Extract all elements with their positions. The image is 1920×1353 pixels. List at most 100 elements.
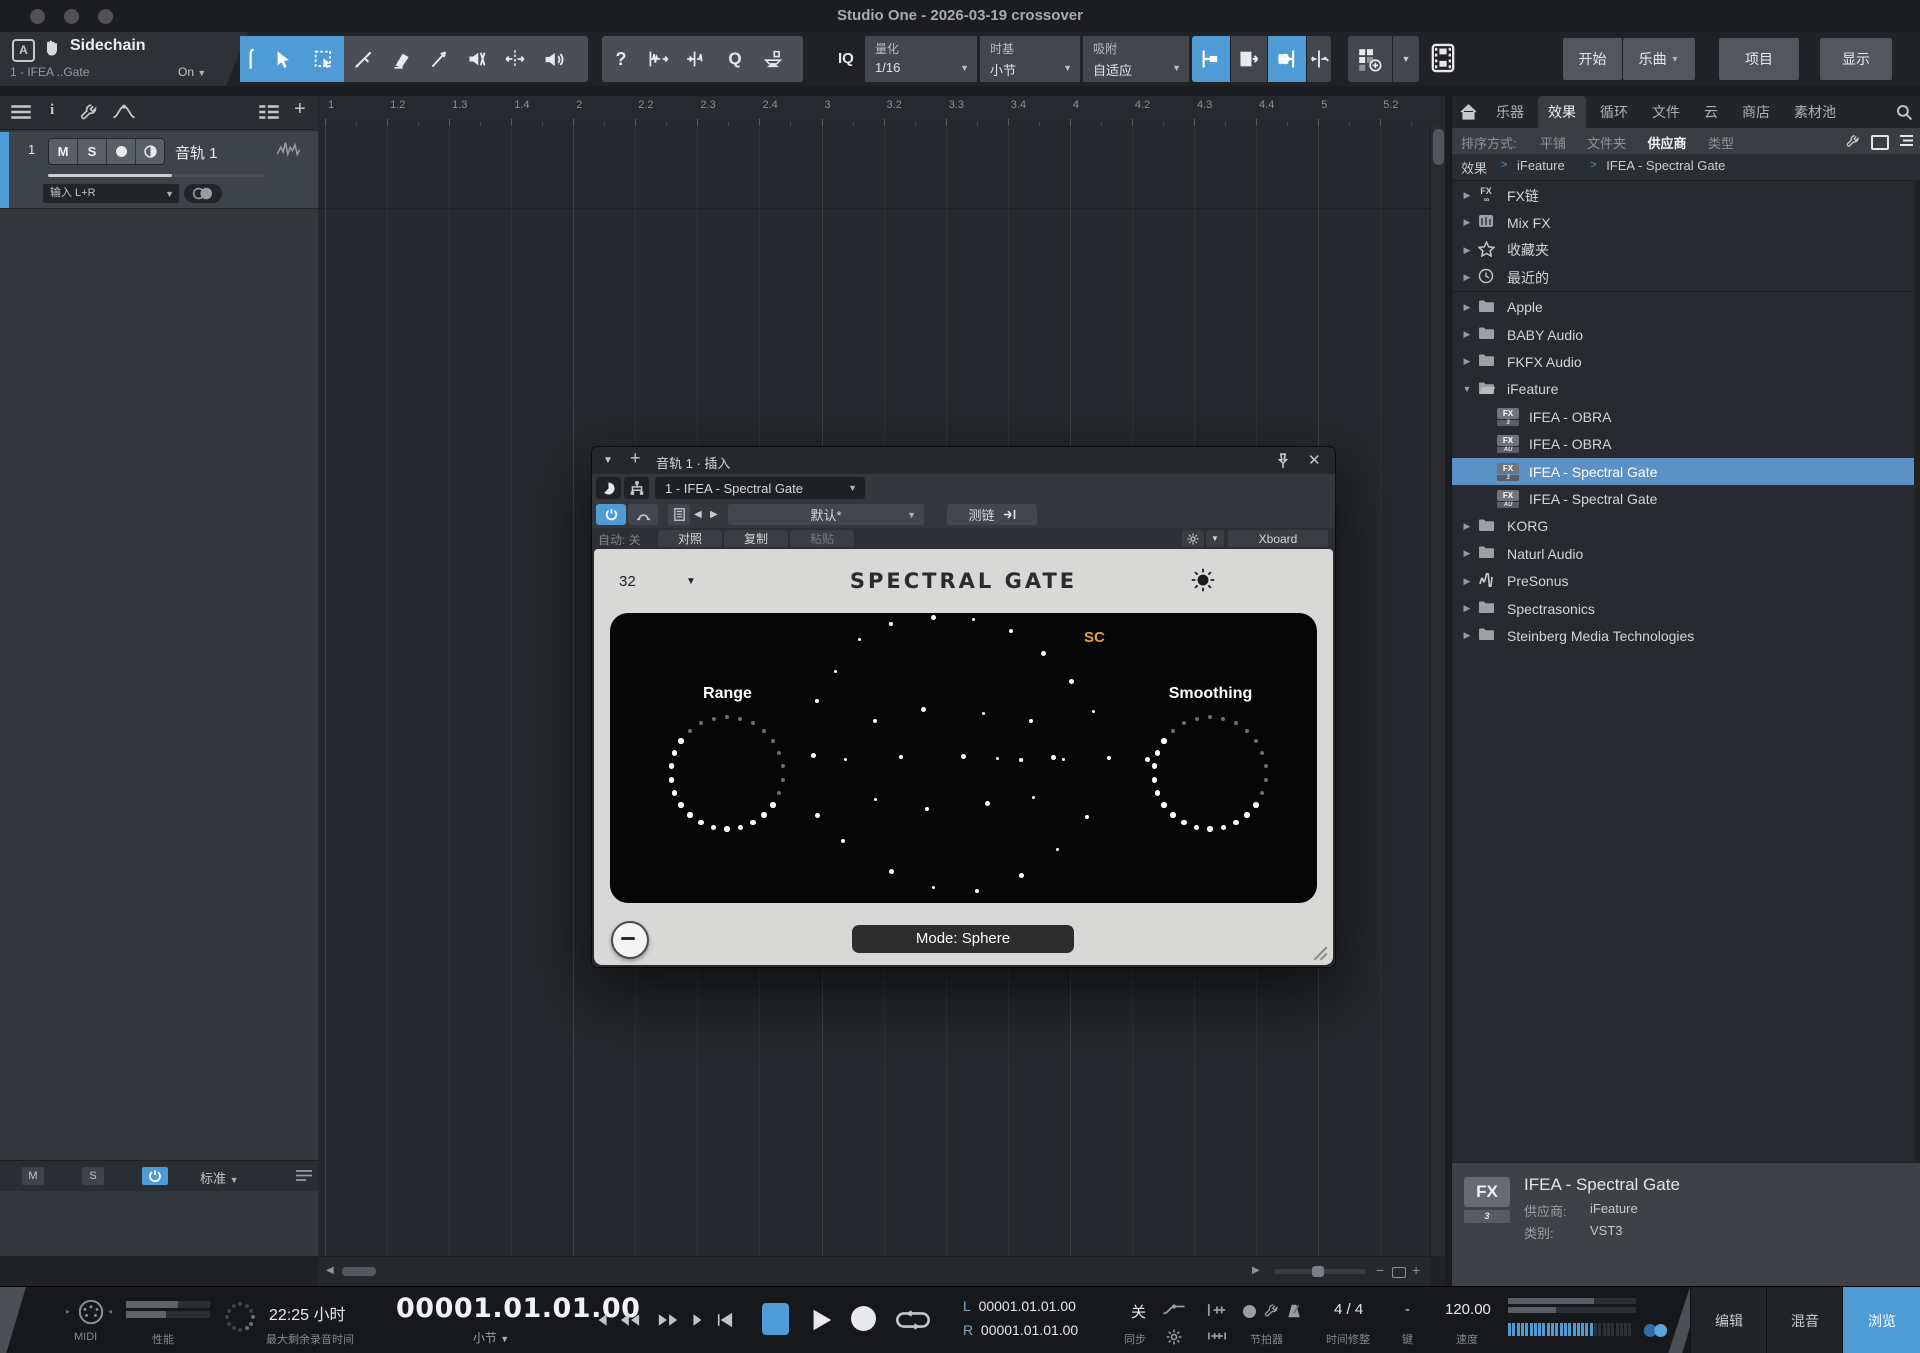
paste-button[interactable]: 粘贴 [790, 530, 854, 547]
expander-icon[interactable]: ▶ [1460, 329, 1474, 340]
pin-icon[interactable] [1276, 453, 1290, 469]
autoscroll-toggle-button[interactable] [1268, 36, 1306, 82]
close-icon[interactable]: ✕ [1308, 451, 1321, 469]
quantize-value[interactable]: 1/16 [875, 60, 900, 75]
sort-option-供应商[interactable]: 供应商 [1648, 133, 1687, 152]
timeline-ruler[interactable]: 11.21.31.422.22.32.433.23.33.444.24.34.4… [318, 96, 1445, 127]
browser-scrollbar[interactable] [1914, 180, 1920, 1162]
tempo-value[interactable]: 120.00 [1445, 1301, 1491, 1318]
home-icon[interactable] [1460, 104, 1477, 120]
sc-label[interactable]: SC [1084, 629, 1105, 646]
timebase-value[interactable]: 小节 [990, 60, 1016, 79]
sidechain-on-toggle[interactable]: On ▼ [178, 65, 206, 79]
sort-option-平铺[interactable]: 平铺 [1540, 133, 1566, 152]
global-mute-button[interactable]: M [22, 1167, 44, 1185]
performance-label[interactable]: 性能 [152, 1331, 174, 1347]
time-unit-select[interactable]: 小节 ▼ [396, 1329, 586, 1346]
gear-menu-arrow[interactable]: ▼ [1206, 530, 1224, 547]
input-select[interactable]: 输入 L+R▼ [43, 184, 179, 203]
tree-item-BABY-Audio[interactable]: ▶BABY Audio [1452, 321, 1920, 348]
sort-option-类型[interactable]: 类型 [1708, 133, 1734, 152]
expander-icon[interactable]: ▶ [1460, 548, 1474, 559]
time-display[interactable]: 00001.01.01.00 [396, 1293, 586, 1324]
pre-record-icon[interactable] [1162, 1303, 1186, 1317]
range-knob[interactable] [662, 708, 792, 838]
rewind-button[interactable] [618, 1303, 642, 1337]
fast-forward-button[interactable] [656, 1303, 680, 1337]
start-page-button[interactable]: 开始 [1563, 38, 1622, 80]
preset-select[interactable]: 标准 ▼ [200, 1168, 239, 1187]
zoom-preset-icon[interactable] [1392, 1267, 1406, 1278]
return-to-zero-button[interactable] [716, 1303, 734, 1337]
horizontal-scrollbar-row[interactable]: ◀ ▶ − + [318, 1256, 1430, 1287]
show-page-button[interactable]: 显示 [1820, 38, 1892, 80]
edit-view-button[interactable]: 编辑 [1690, 1287, 1767, 1353]
zoom-slider[interactable] [1274, 1269, 1366, 1274]
autopunch-icon[interactable] [1206, 1329, 1228, 1343]
tree-item-Mix-FX[interactable]: ▶Mix FX [1452, 209, 1920, 236]
expander-icon[interactable]: ▶ [1460, 217, 1474, 228]
stereo-mode-toggle[interactable] [184, 184, 222, 203]
quantize-control[interactable]: 量化 1/16 ▼ [865, 36, 977, 82]
tool-context-block[interactable]: A Sidechain 1 - IFEA ..Gate On ▼ [0, 32, 248, 86]
solo-button[interactable]: S [78, 139, 107, 164]
metronome-icon[interactable] [1286, 1303, 1302, 1319]
metronome-setup-icon[interactable] [1264, 1303, 1279, 1318]
track-name[interactable]: 音轨 1 [175, 142, 218, 163]
tab-效果[interactable]: 效果 [1538, 96, 1586, 128]
quantize-q-button[interactable]: Q [716, 36, 754, 82]
timesig-value[interactable]: 4 / 4 [1334, 1301, 1363, 1318]
tree-item-收藏夹[interactable]: ▶收藏夹 [1452, 237, 1920, 264]
mode-selector[interactable]: Mode: Sphere [852, 925, 1074, 953]
loop-button[interactable] [896, 1303, 930, 1337]
knob-mode-icon[interactable] [596, 477, 621, 499]
tab-商店[interactable]: 商店 [1732, 96, 1780, 128]
timestretch-toggle-button[interactable] [1307, 36, 1331, 82]
preset-select[interactable]: 默认*▼ [728, 504, 924, 525]
tree-item-Apple[interactable]: ▶Apple [1452, 294, 1920, 321]
expander-icon[interactable]: ▶ [1460, 603, 1474, 614]
add-track-plus-button[interactable]: + [294, 98, 306, 121]
tree-item-PreSonus[interactable]: ▶PreSonus [1452, 568, 1920, 595]
mix-view-button[interactable]: 混音 [1766, 1287, 1843, 1353]
video-track-button[interactable] [1428, 42, 1464, 76]
expander-icon[interactable]: ▶ [1460, 521, 1474, 532]
tab-素材池[interactable]: 素材池 [1784, 96, 1846, 128]
tree-item-最近的[interactable]: ▶最近的 [1452, 264, 1920, 291]
compare-button[interactable]: 对照 [658, 530, 722, 547]
resize-grip[interactable] [1308, 941, 1328, 961]
gear-icon[interactable] [1166, 1329, 1182, 1345]
routing-icon[interactable] [624, 477, 649, 499]
loop-start-value[interactable]: 00001.01.01.00 [979, 1298, 1076, 1314]
iq-label[interactable]: IQ [838, 50, 854, 67]
snap-control[interactable]: 吸附 自适应 ▼ [1083, 36, 1189, 82]
tab-云[interactable]: 云 [1694, 96, 1728, 128]
tree-item-Naturl-Audio[interactable]: ▶Naturl Audio [1452, 540, 1920, 567]
breadcrumb-item[interactable]: iFeature [1517, 158, 1565, 173]
preset-list-icon[interactable] [668, 504, 690, 525]
help-button[interactable]: ? [602, 36, 640, 82]
next-marker-button[interactable] [690, 1303, 706, 1337]
chevron-down-icon[interactable]: ▼ [960, 63, 969, 73]
split-tool-button[interactable] [344, 36, 382, 82]
play-button[interactable] [808, 1303, 834, 1337]
expander-icon[interactable]: ▶ [1460, 576, 1474, 587]
layout-icon[interactable] [1871, 135, 1889, 150]
arrow-tool-button[interactable] [264, 36, 302, 82]
mute-button[interactable]: M [49, 139, 78, 164]
chevron-down-icon[interactable]: ▼ [1063, 63, 1072, 73]
expander-icon[interactable]: ▶ [1460, 272, 1474, 283]
smoothing-knob[interactable] [1145, 708, 1275, 838]
expander-icon[interactable]: ▶ [1460, 302, 1474, 313]
grid-toggle-button[interactable] [1231, 36, 1267, 82]
plugin-bypass-button[interactable] [628, 504, 658, 525]
global-solo-button[interactable]: S [82, 1167, 104, 1185]
zoom-in-icon[interactable]: + [1412, 1262, 1420, 1278]
timebase-control[interactable]: 时基 小节 ▼ [980, 36, 1080, 82]
vertical-scrollbar-thumb[interactable] [1433, 129, 1444, 165]
tree-item-Spectrasonics[interactable]: ▶Spectrasonics [1452, 595, 1920, 622]
automation-icon[interactable] [112, 104, 136, 120]
snap-value[interactable]: 自适应 [1093, 60, 1132, 79]
add-track-menu-arrow[interactable]: ▼ [1393, 36, 1419, 82]
filter-list-icon[interactable] [1899, 134, 1914, 147]
